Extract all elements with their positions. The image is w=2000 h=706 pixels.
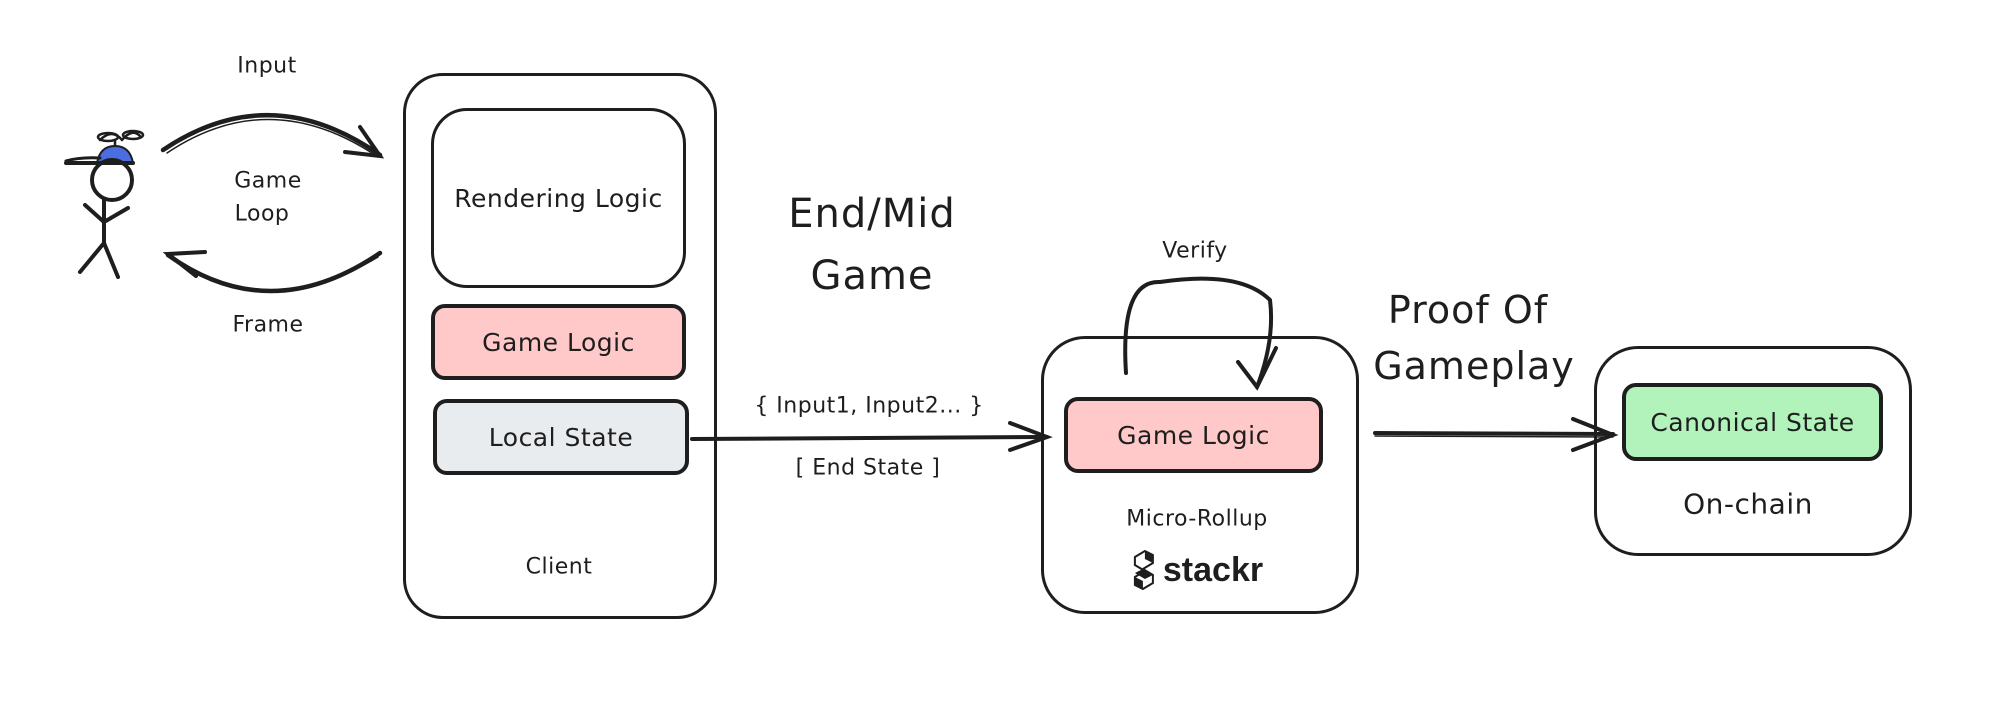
inputs-label: { Input1, Input2... } [754,393,984,419]
rendering-logic-box: Rendering Logic [431,108,686,288]
local-state-label: Local State [488,422,634,452]
micro-rollup-label: Micro-Rollup [1126,506,1268,532]
end-state-arrow [690,421,1053,452]
game-loop-label-line2: Loop [234,201,290,227]
end-state-label: [ End State ] [795,455,941,481]
frame-arrow [162,250,383,294]
verify-label: Verify [1162,238,1228,264]
stackr-logo-text: stackr [1162,550,1264,589]
end-mid-title-line2: Game [810,253,934,299]
client-label: Client [525,554,593,580]
canonical-state-label: Canonical State [1650,407,1855,437]
frame-label: Frame [232,312,304,338]
game-loop-label-line1: Game [234,168,302,194]
input-arrow [160,113,385,159]
proof-arrow [1373,417,1619,452]
rollup-game-logic-label: Game Logic [1117,420,1270,450]
input-label: Input [237,53,297,79]
canonical-state-box: Canonical State [1622,383,1883,461]
stackr-logo: stackr [1131,549,1263,591]
end-mid-title-line1: End/Mid [788,191,956,237]
rendering-logic-label: Rendering Logic [454,183,663,213]
local-state-box: Local State [433,399,689,475]
stackr-logo-icon [1133,549,1154,591]
client-game-logic-box: Game Logic [431,304,686,380]
proof-title-line1: Proof Of [1387,288,1549,332]
proof-title-line2: Gameplay [1373,344,1575,388]
rollup-game-logic-box: Game Logic [1064,397,1323,473]
on-chain-label: On-chain [1683,487,1813,521]
player-icon [64,129,145,279]
client-game-logic-label: Game Logic [482,327,635,357]
